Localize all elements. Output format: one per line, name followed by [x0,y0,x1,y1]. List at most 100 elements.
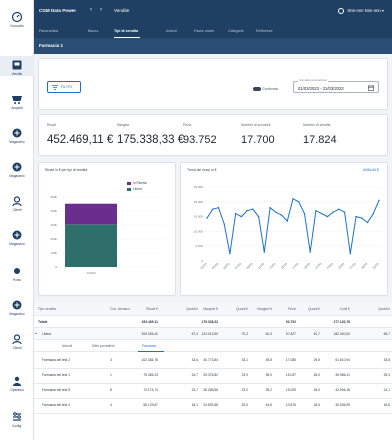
rail-item[interactable]: Clienti [0,330,34,350]
annual-link[interactable]: ANNUALE [363,168,379,172]
table-cell: Libera [42,332,52,336]
data-point[interactable] [223,223,225,225]
data-point[interactable] [366,221,369,224]
rail-item[interactable]: Magazzino [0,226,34,246]
table-cell: 75.365,23 [143,373,158,377]
data-point[interactable] [309,251,311,253]
rail-item-label: Magazzino [9,312,25,316]
data-point[interactable] [326,215,329,218]
tab-item[interactable]: Categorie [228,29,244,33]
tab-item[interactable]: Panoramica [39,29,58,33]
rail-item-label: Clienti [12,346,22,350]
data-point[interactable] [280,214,283,216]
data-point[interactable] [355,215,357,218]
data-point[interactable] [286,220,288,222]
rail-item[interactable]: Vendite [0,56,34,76]
data-point[interactable] [234,212,237,215]
table-cell: Ricavi € [146,307,158,311]
tab-item[interactable]: Articoli [166,29,177,33]
data-point[interactable] [252,208,254,210]
filter-button[interactable]: FILTRI [47,81,81,93]
calendar-icon[interactable] [368,85,374,91]
table-cell: 26,0 [313,373,320,377]
rail-item-label: Magazzino [9,140,25,144]
table-cell: 182.040,52 [333,332,350,336]
data-point[interactable] [338,208,340,210]
data-point[interactable] [332,211,334,213]
table-cell: 23,0 [241,388,248,392]
table-cell: Farmacia del test 2 [42,358,71,362]
date-range-field[interactable]: Intervallo personalizzato 01/03/2023 - 3… [293,79,379,93]
table-cell: 28.268,56 [203,388,218,392]
table-row[interactable]: Farmacia del test 8 8 72.174,74 23,7 28.268,… [34,384,392,399]
data-point[interactable] [372,212,374,215]
table-cell: 24,1 [383,388,390,392]
line-chart: 25.00020.00015.00010.0005.000001/03 03/03… [194,185,381,270]
subtab-item[interactable]: Farmacie [142,344,156,348]
table-cell: Cod. farmaco [110,307,130,311]
data-point[interactable] [378,199,380,202]
rail-item[interactable]: Punto [0,262,34,282]
tab-item[interactable]: Fasce orarie [194,29,214,33]
table-row[interactable]: Farmacia del test 4 4 55.129,67 18,1 24.592,… [34,399,392,414]
user-menu[interactable]: Nnn-nnn Nnn-nnn ▾ [338,8,384,14]
data-point[interactable] [229,252,231,255]
table-cell: 20,0 [241,403,248,407]
y-tick-label: 15.000 [194,215,204,219]
table-cell: 16,8 [383,403,390,407]
rail-item[interactable]: Clienti [0,192,34,212]
bar-segment[interactable] [65,224,117,267]
data-point[interactable] [217,207,220,209]
table-total-row[interactable]: Totale 452.469,11 175.338,33 93.752 277.130,… [34,316,392,328]
rail-item[interactable]: Magazzino [0,296,34,316]
forward-arrow-icon[interactable]: › [100,7,102,13]
table-cell: 15.037 [285,373,296,377]
data-point[interactable] [343,211,346,213]
data-point[interactable] [303,212,306,215]
back-arrow-icon[interactable]: ‹ [90,7,92,13]
bar-segment[interactable] [65,203,117,225]
table-cell: 452.469,11 [141,320,158,324]
table-row[interactable]: Farmacia del test 2 3 102.384,78 33,6 40.773… [34,354,392,369]
data-point[interactable] [269,207,271,209]
table-row[interactable]: Farmacia del test 1 1 75.365,23 24,7 29.378,… [34,369,392,384]
tab-item[interactable]: Banco [88,29,98,33]
table-group-row[interactable]: Libera 305.054,42 67,4 123.013,90 70,2 40,3 57… [34,328,392,340]
rail-item[interactable]: Acquisti [0,90,34,110]
chevron-down-icon[interactable]: ⌄ [34,330,38,336]
compare-toggle[interactable]: Confronta [253,87,278,92]
rail-item[interactable]: Magazzino [0,124,34,144]
data-point[interactable] [361,217,363,219]
tab-item[interactable]: Tipi di vendita [114,29,138,33]
x-tick-label: 05/03 [222,262,230,270]
kpi-value: 93.752 [183,134,217,146]
data-point[interactable] [206,217,208,219]
data-point[interactable] [263,251,266,253]
table-cell: 33,1 [241,358,248,362]
x-tick-label: 19/03 [303,262,311,270]
data-point[interactable] [212,208,214,210]
rail-item[interactable]: Operatori [0,372,34,392]
subtab-item[interactable]: Ditte produttrici [92,344,115,348]
data-point[interactable] [240,215,243,218]
data-point[interactable] [349,252,352,255]
data-point[interactable] [298,201,300,203]
top-bar: CGM Data Power ‹ › Vendite Nnn-nnn Nnn-n… [34,0,392,38]
data-point[interactable] [246,209,248,212]
rail-item[interactable]: Config. [0,408,34,428]
table-cell: Tipo vendita [38,307,56,311]
table-cell: 10.676 [285,403,296,407]
tab-item[interactable]: Referenze [256,29,273,33]
data-point[interactable] [292,198,294,200]
rail-item[interactable]: Cruscotto [0,8,34,28]
data-point[interactable] [275,211,277,213]
table-cell: 30.536,99 [335,403,350,407]
data-point[interactable] [315,209,317,212]
data-point[interactable] [257,215,260,218]
rail-item-label: Acquisti [11,106,23,110]
data-point[interactable] [320,212,323,215]
subtab-item[interactable]: Articoli [62,344,72,348]
y-tick-label: 200k [50,237,57,241]
rail-item[interactable]: Magazzino [0,158,34,178]
point-icon [14,268,20,274]
